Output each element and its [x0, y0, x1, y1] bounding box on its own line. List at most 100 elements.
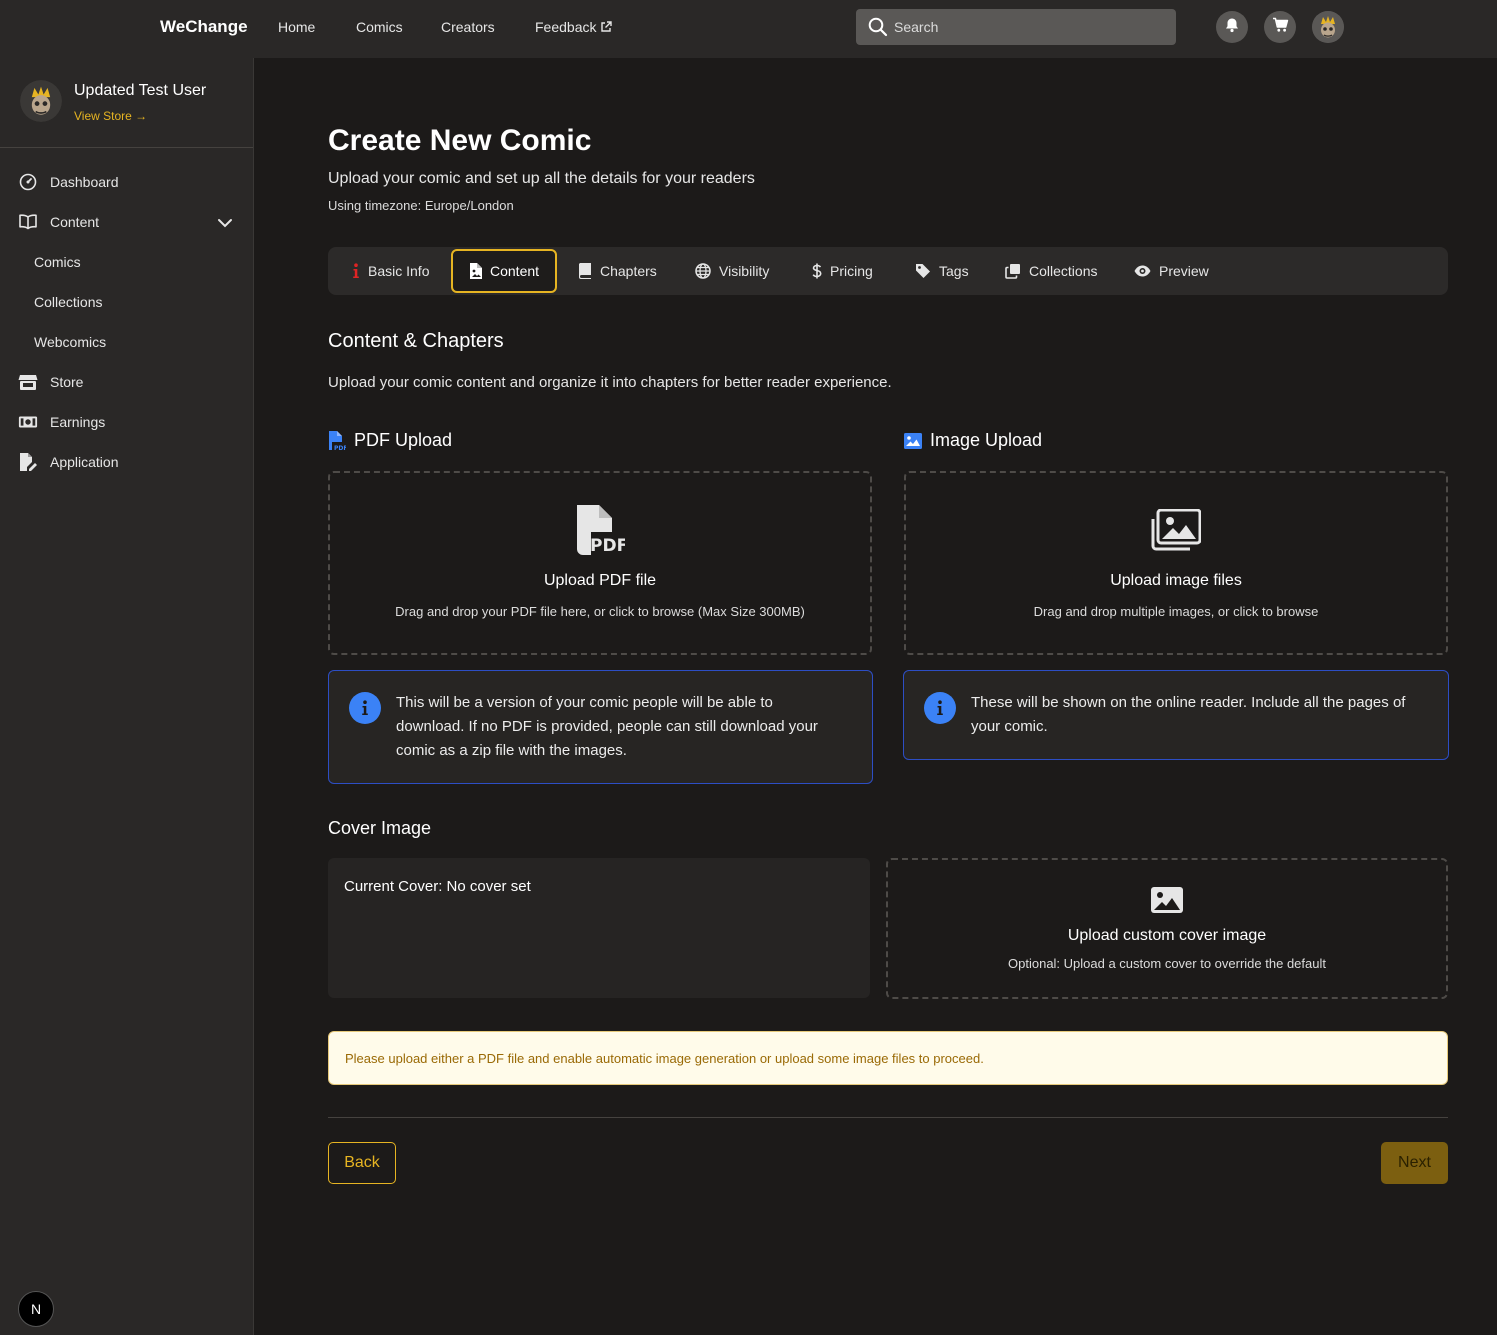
current-cover-panel: Current Cover: No cover set [328, 858, 870, 998]
cover-dropzone[interactable]: Upload custom cover image Optional: Uplo… [886, 858, 1448, 999]
content-section-desc: Upload your comic content and organize i… [328, 374, 892, 391]
brand-logo[interactable]: WeChange [160, 17, 248, 37]
cover-dropzone-title: Upload custom cover image [1067, 927, 1267, 944]
tab-label: Visibility [719, 263, 770, 279]
search-box[interactable] [856, 9, 1176, 45]
sidebar-user-name: Updated Test User [74, 82, 207, 99]
sidebar-item-label: Dashboard [50, 174, 119, 190]
tab-label: Content [490, 263, 540, 279]
globe-icon [695, 263, 711, 279]
image-dropzone[interactable]: Upload image files Drag and drop multipl… [904, 471, 1448, 655]
sidebar-item-application[interactable]: Application [18, 450, 119, 474]
sidebar-item-label: Earnings [50, 414, 106, 430]
search-input[interactable] [894, 9, 1164, 45]
tab-label: Chapters [600, 263, 657, 279]
next-button[interactable]: Next [1381, 1142, 1448, 1184]
dev-badge-button[interactable]: N [18, 1291, 54, 1327]
book-icon [578, 263, 592, 279]
cart-button[interactable] [1264, 11, 1296, 43]
image-dropzone-desc: Drag and drop multiple images, or click … [1033, 604, 1319, 619]
sidebar-item-label: Store [50, 374, 84, 390]
image-info-box: These will be shown on the online reader… [903, 670, 1449, 760]
avatar-illustration [20, 80, 62, 122]
nav-comics-link[interactable]: Comics [356, 19, 403, 35]
chevron-down-icon[interactable] [217, 216, 233, 234]
timezone-note: Using timezone: Europe/London [328, 198, 514, 213]
step-tabs: Basic Info Content Chapters Visibility P… [328, 247, 1448, 295]
cover-section-title: Cover Image [328, 818, 432, 838]
svg-text:PDF: PDF [334, 445, 346, 451]
sidebar: Updated Test User View Store → Dashboard… [0, 58, 254, 1335]
pdf-info-text: This will be a version of your comic peo… [396, 694, 818, 759]
sidebar-item-webcomics[interactable]: Webcomics [34, 334, 106, 350]
info-icon [352, 263, 360, 279]
book-open-icon [18, 212, 38, 232]
sidebar-item-earnings[interactable]: Earnings [18, 410, 105, 434]
file-pdf-large-icon: PDF [330, 505, 870, 555]
nav-feedback-label: Feedback [535, 19, 597, 35]
tag-icon [915, 263, 931, 279]
back-button[interactable]: Back [328, 1142, 396, 1184]
tab-visibility[interactable]: Visibility [679, 249, 785, 293]
content-section-title: Content & Chapters [328, 330, 504, 352]
pdf-dropzone-desc: Drag and drop your PDF file here, or cli… [395, 604, 805, 619]
pdf-info-box: This will be a version of your comic peo… [328, 670, 873, 784]
sidebar-divider [0, 147, 253, 148]
file-pdf-icon: PDF [328, 430, 346, 451]
tab-chapters[interactable]: Chapters [562, 249, 673, 293]
bell-icon [1224, 17, 1240, 38]
gauge-icon [18, 172, 38, 192]
clone-icon [1005, 263, 1021, 279]
svg-text:PDF: PDF [590, 536, 625, 555]
tab-basic-info[interactable]: Basic Info [336, 249, 445, 293]
tab-tags[interactable]: Tags [899, 249, 985, 293]
image-dropzone-title: Upload image files [1110, 572, 1242, 589]
pdf-upload-heading-label: PDF Upload [354, 430, 453, 450]
nav-feedback-link[interactable]: Feedback [535, 19, 613, 36]
pdf-dropzone[interactable]: PDF Upload PDF file Drag and drop your P… [328, 471, 872, 655]
avatar-illustration [1312, 11, 1344, 43]
tab-content[interactable]: Content [451, 249, 558, 293]
image-icon [904, 432, 922, 449]
store-icon [18, 372, 38, 392]
sidebar-item-store[interactable]: Store [18, 370, 83, 394]
image-large-icon [888, 886, 1446, 914]
validation-warning: Please upload either a PDF file and enab… [328, 1031, 1448, 1085]
tab-preview[interactable]: Preview [1118, 249, 1225, 293]
tab-label: Collections [1029, 263, 1098, 279]
cover-dropzone-desc: Optional: Upload a custom cover to overr… [1008, 956, 1326, 971]
validation-warning-text: Please upload either a PDF file and enab… [345, 1051, 984, 1066]
sidebar-item-comics[interactable]: Comics [34, 254, 81, 270]
sidebar-item-content[interactable]: Content [18, 210, 99, 234]
images-large-icon [906, 509, 1446, 551]
nav-creators-link[interactable]: Creators [441, 19, 495, 35]
top-navbar: WeChange Home Comics Creators Feedback [0, 0, 1497, 58]
sidebar-item-label: Content [50, 214, 100, 230]
page-subtitle: Upload your comic and set up all the det… [328, 170, 755, 187]
eye-icon [1134, 264, 1151, 278]
footer-divider [328, 1117, 1448, 1118]
pdf-upload-heading: PDF PDF Upload [328, 430, 452, 451]
nav-home-link[interactable]: Home [278, 19, 315, 35]
image-upload-heading-label: Image Upload [930, 430, 1043, 450]
user-avatar[interactable] [1312, 11, 1344, 43]
tab-label: Pricing [830, 263, 873, 279]
notifications-button[interactable] [1216, 11, 1248, 43]
sidebar-item-label: Application [50, 454, 119, 470]
view-store-link[interactable]: View Store → [74, 109, 147, 123]
page-title: Create New Comic [328, 124, 592, 157]
money-bill-icon [18, 412, 38, 432]
sidebar-item-dashboard[interactable]: Dashboard [18, 170, 119, 194]
sidebar-item-collections[interactable]: Collections [34, 294, 102, 310]
tab-collections[interactable]: Collections [989, 249, 1113, 293]
tab-pricing[interactable]: Pricing [796, 249, 889, 293]
sidebar-avatar [20, 80, 62, 122]
info-circle-icon [349, 692, 381, 724]
cart-icon [1272, 17, 1289, 38]
tab-label: Basic Info [368, 263, 430, 279]
current-cover-label: Current Cover: No cover set [344, 878, 531, 895]
info-circle-icon [924, 692, 956, 724]
tab-label: Preview [1159, 263, 1209, 279]
pdf-dropzone-title: Upload PDF file [543, 572, 657, 589]
file-image-icon [469, 263, 482, 279]
